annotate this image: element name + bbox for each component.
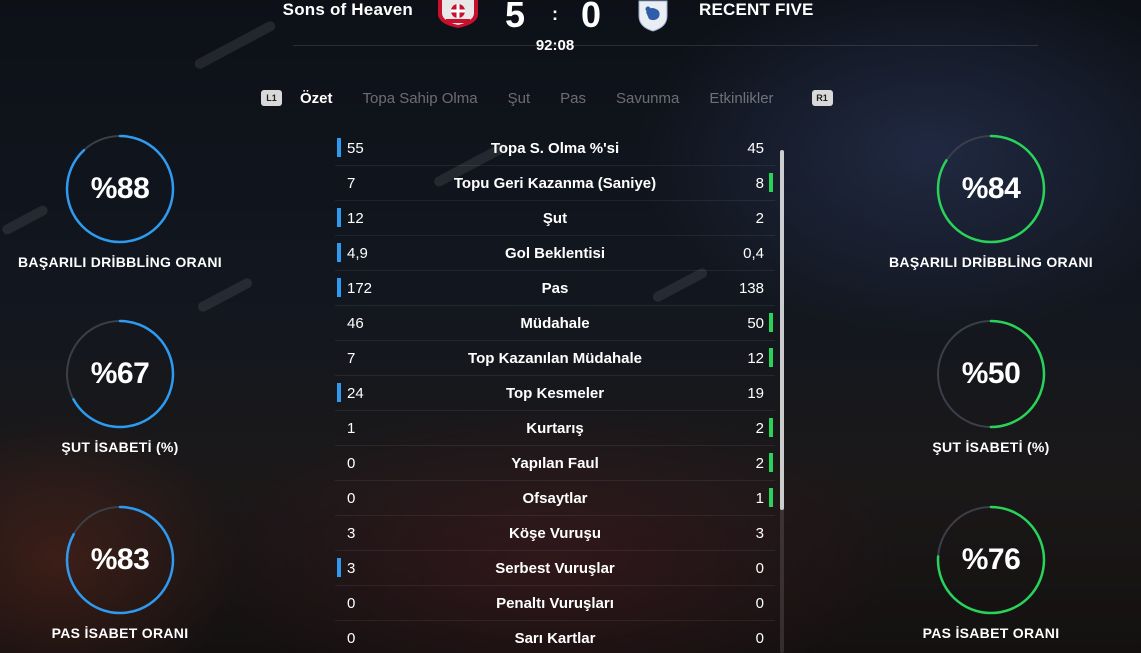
home-pass-accuracy-ring: %83 [65,505,175,615]
away-pass-accuracy-label: PAS İSABET ORANI [922,625,1060,641]
home-leader-indicator [337,558,341,577]
stat-name: Gol Beklentisi [504,245,606,262]
stat-away-value: 3 [755,525,764,542]
stat-row: 4,9 Gol Beklentisi 0,4 [335,236,775,271]
home-dribbling-ring: %88 [65,134,175,244]
stat-away-value: 2 [755,455,764,472]
away-leader-indicator [769,313,773,332]
stat-name: Şut [542,210,568,227]
stat-name: Yapılan Faul [511,455,599,472]
stats-tab-bar: L1 Özet Topa Sahip Olma Şut Pas Savunma … [261,86,833,110]
away-leader-indicator [769,173,773,192]
tab-events[interactable]: Etkinlikler [709,90,773,107]
stat-away-value: 2 [755,420,764,437]
stat-away-value: 1 [755,490,764,507]
match-stats-table: 55 Topa S. Olma %'si 45 7 Topu Geri Kazanma… [335,131,775,653]
home-dribbling-label: BAŞARILI DRİBBLİNG ORANI [18,254,222,270]
away-score: 0 [581,0,602,35]
home-team-name: Sons of Heaven [282,0,413,19]
away-pass-accuracy-value: %76 [961,543,1021,576]
stat-name: Köşe Vuruşu [509,525,601,542]
stats-scrollbar-thumb[interactable] [780,150,784,510]
r1-button-hint[interactable]: R1 [811,90,833,106]
stat-name: Penaltı Vuruşları [496,595,614,612]
stat-row: 12 Şut 2 [335,201,775,236]
stat-away-value: 19 [747,385,764,402]
stat-away-value: 8 [755,175,764,192]
stat-name: Topu Geri Kazanma (Saniye) [453,175,657,192]
stat-name: Kurtarış [526,420,584,437]
stat-row: 3 Serbest Vuruşlar 0 [335,551,775,586]
home-pass-accuracy-label: PAS İSABET ORANI [51,625,189,641]
header-divider [293,45,1038,46]
stat-name: Top Kesmeler [505,385,605,402]
stat-name: Pas [541,280,569,297]
stat-away-value: 0,4 [743,245,764,262]
stat-row: 24 Top Kesmeler 19 [335,376,775,411]
home-leader-indicator [337,243,341,262]
bayer-leverkusen-crest-icon [436,0,480,28]
stat-away-value: 12 [747,350,764,367]
shield-crest-icon [636,0,670,32]
home-leader-indicator [337,138,341,157]
stat-row: 0 Sarı Kartlar 0 [335,621,775,653]
away-pass-accuracy-ring: %76 [936,505,1046,615]
stat-row: 0 Yapılan Faul 2 [335,446,775,481]
away-leader-indicator [769,453,773,472]
stat-away-value: 50 [747,315,764,332]
home-score: 5 [505,0,526,35]
stat-name: Top Kazanılan Müdahale [468,350,642,367]
stat-row: 46 Müdahale 50 [335,306,775,341]
stat-row: 0 Ofsaytlar 1 [335,481,775,516]
stat-row: 7 Top Kazanılan Müdahale 12 [335,341,775,376]
home-leader-indicator [337,383,341,402]
away-dribbling-value: %84 [961,172,1021,205]
stat-row: 172 Pas 138 [335,271,775,306]
tab-defense[interactable]: Savunma [616,90,679,107]
home-dribbling-value: %88 [90,172,150,205]
stat-away-value: 0 [755,595,764,612]
stat-name: Sarı Kartlar [514,630,596,647]
tab-possession[interactable]: Topa Sahip Olma [363,90,478,107]
stat-name: Serbest Vuruşlar [495,560,615,577]
stat-away-value: 0 [755,630,764,647]
tab-ozet[interactable]: Özet [300,90,333,107]
home-shot-accuracy-value: %67 [90,357,150,390]
home-leader-indicator [337,278,341,297]
stat-name: Ofsaytlar [522,490,588,507]
stat-row: 7 Topu Geri Kazanma (Saniye) 8 [335,166,775,201]
stat-row: 1 Kurtarış 2 [335,411,775,446]
stat-row: 3 Köşe Vuruşu 3 [335,516,775,551]
stat-row: 0 Penaltı Vuruşları 0 [335,586,775,621]
home-pass-accuracy-value: %83 [90,543,150,576]
stat-away-value: 138 [738,280,764,297]
score-separator: : [552,4,558,24]
away-leader-indicator [769,348,773,367]
stat-row: 55 Topa S. Olma %'si 45 [335,131,775,166]
home-leader-indicator [337,208,341,227]
away-leader-indicator [769,488,773,507]
tab-passes[interactable]: Pas [560,90,586,107]
home-shot-accuracy-label: ŞUT İSABETİ (%) [61,439,179,455]
away-shot-accuracy-value: %50 [961,357,1021,390]
away-leader-indicator [769,418,773,437]
tab-shots[interactable]: Şut [508,90,531,107]
stat-name: Topa S. Olma %'si [490,140,620,157]
away-shot-accuracy-label: ŞUT İSABETİ (%) [932,439,1050,455]
away-shot-accuracy-ring: %50 [936,319,1046,429]
scoreboard: Sons of Heaven 5 : 0 RECENT FIVE 92:08 [0,0,1141,60]
away-dribbling-ring: %84 [936,134,1046,244]
away-dribbling-label: BAŞARILI DRİBBLİNG ORANI [889,254,1093,270]
stat-away-value: 2 [755,210,764,227]
l1-button-hint[interactable]: L1 [261,90,282,106]
stat-name: Müdahale [520,315,590,332]
home-shot-accuracy-ring: %67 [65,319,175,429]
stat-away-value: 45 [747,140,764,157]
stat-away-value: 0 [755,560,764,577]
away-team-name: RECENT FIVE [699,0,814,19]
